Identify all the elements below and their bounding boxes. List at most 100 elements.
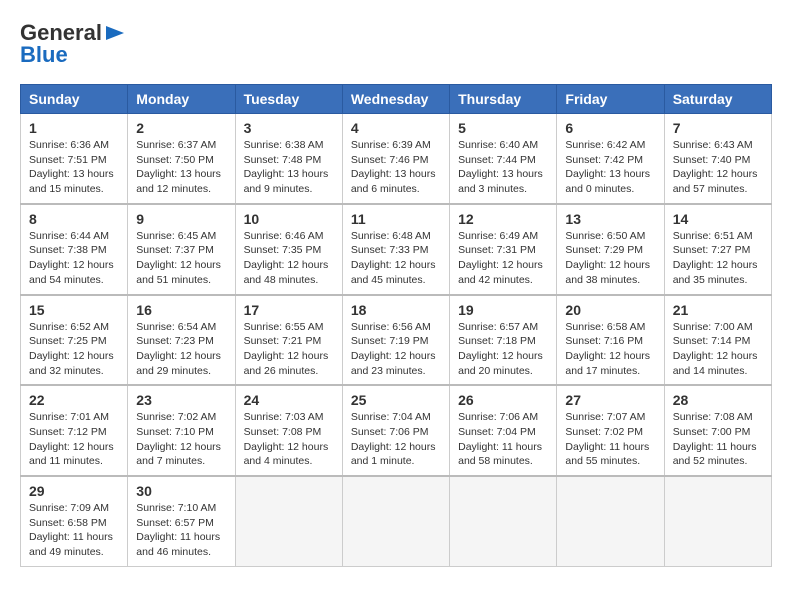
day-info: Sunrise: 6:37 AM Sunset: 7:50 PM Dayligh… xyxy=(136,138,226,197)
day-cell: 17 Sunrise: 6:55 AM Sunset: 7:21 PM Dayli… xyxy=(235,295,342,386)
day-cell xyxy=(557,476,664,566)
day-cell xyxy=(664,476,771,566)
day-cell: 3 Sunrise: 6:38 AM Sunset: 7:48 PM Daylig… xyxy=(235,114,342,204)
day-cell: 7 Sunrise: 6:43 AM Sunset: 7:40 PM Daylig… xyxy=(664,114,771,204)
column-header-friday: Friday xyxy=(557,85,664,114)
day-cell xyxy=(450,476,557,566)
column-header-tuesday: Tuesday xyxy=(235,85,342,114)
day-number: 30 xyxy=(136,483,226,499)
day-info: Sunrise: 6:57 AM Sunset: 7:18 PM Dayligh… xyxy=(458,320,548,379)
day-cell: 12Sunrise: 6:49 AM Sunset: 7:31 PM Dayli… xyxy=(450,204,557,295)
day-info: Sunrise: 6:46 AM Sunset: 7:35 PM Dayligh… xyxy=(244,229,334,288)
day-cell: 9 Sunrise: 6:45 AM Sunset: 7:37 PM Daylig… xyxy=(128,204,235,295)
logo-arrow-icon xyxy=(104,22,126,44)
day-info: Sunrise: 6:54 AM Sunset: 7:23 PM Dayligh… xyxy=(136,320,226,379)
day-cell: 13 Sunrise: 6:50 AM Sunset: 7:29 PM Dayli… xyxy=(557,204,664,295)
page-header: General Blue xyxy=(20,20,772,68)
day-number: 5 xyxy=(458,120,548,136)
day-number: 19 xyxy=(458,302,548,318)
week-row-1: 1Sunrise: 6:36 AM Sunset: 7:51 PM Daylig… xyxy=(21,114,772,204)
day-info: Sunrise: 6:39 AM Sunset: 7:46 PM Dayligh… xyxy=(351,138,441,197)
day-cell: 28Sunrise: 7:08 AM Sunset: 7:00 PM Dayli… xyxy=(664,385,771,476)
day-info: Sunrise: 6:51 AM Sunset: 7:27 PM Dayligh… xyxy=(673,229,763,288)
column-header-sunday: Sunday xyxy=(21,85,128,114)
day-number: 26 xyxy=(458,392,548,408)
day-cell xyxy=(342,476,449,566)
day-cell: 14 Sunrise: 6:51 AM Sunset: 7:27 PM Dayli… xyxy=(664,204,771,295)
day-number: 14 xyxy=(673,211,763,227)
day-info: Sunrise: 6:58 AM Sunset: 7:16 PM Dayligh… xyxy=(565,320,655,379)
day-number: 2 xyxy=(136,120,226,136)
day-info: Sunrise: 6:42 AM Sunset: 7:42 PM Dayligh… xyxy=(565,138,655,197)
day-number: 10 xyxy=(244,211,334,227)
day-info: Sunrise: 6:38 AM Sunset: 7:48 PM Dayligh… xyxy=(244,138,334,197)
week-row-2: 8Sunrise: 6:44 AM Sunset: 7:38 PM Daylig… xyxy=(21,204,772,295)
day-info: Sunrise: 6:50 AM Sunset: 7:29 PM Dayligh… xyxy=(565,229,655,288)
logo: General Blue xyxy=(20,20,126,68)
day-cell: 4 Sunrise: 6:39 AM Sunset: 7:46 PM Daylig… xyxy=(342,114,449,204)
day-cell: 23 Sunrise: 7:02 AM Sunset: 7:10 PM Dayli… xyxy=(128,385,235,476)
day-number: 9 xyxy=(136,211,226,227)
day-info: Sunrise: 7:01 AM Sunset: 7:12 PM Dayligh… xyxy=(29,410,119,469)
column-header-saturday: Saturday xyxy=(664,85,771,114)
day-number: 6 xyxy=(565,120,655,136)
day-number: 22 xyxy=(29,392,119,408)
day-info: Sunrise: 6:43 AM Sunset: 7:40 PM Dayligh… xyxy=(673,138,763,197)
day-number: 21 xyxy=(673,302,763,318)
day-number: 1 xyxy=(29,120,119,136)
day-info: Sunrise: 7:04 AM Sunset: 7:06 PM Dayligh… xyxy=(351,410,441,469)
day-cell: 19 Sunrise: 6:57 AM Sunset: 7:18 PM Dayli… xyxy=(450,295,557,386)
day-cell: 30 Sunrise: 7:10 AM Sunset: 6:57 PM Dayli… xyxy=(128,476,235,566)
column-header-thursday: Thursday xyxy=(450,85,557,114)
week-row-3: 15 Sunrise: 6:52 AM Sunset: 7:25 PM Dayli… xyxy=(21,295,772,386)
day-cell: 6 Sunrise: 6:42 AM Sunset: 7:42 PM Daylig… xyxy=(557,114,664,204)
day-info: Sunrise: 7:03 AM Sunset: 7:08 PM Dayligh… xyxy=(244,410,334,469)
day-cell: 18Sunrise: 6:56 AM Sunset: 7:19 PM Dayli… xyxy=(342,295,449,386)
day-info: Sunrise: 6:55 AM Sunset: 7:21 PM Dayligh… xyxy=(244,320,334,379)
day-info: Sunrise: 6:44 AM Sunset: 7:38 PM Dayligh… xyxy=(29,229,119,288)
day-number: 15 xyxy=(29,302,119,318)
day-number: 7 xyxy=(673,120,763,136)
day-cell: 24 Sunrise: 7:03 AM Sunset: 7:08 PM Dayli… xyxy=(235,385,342,476)
day-info: Sunrise: 6:48 AM Sunset: 7:33 PM Dayligh… xyxy=(351,229,441,288)
column-header-wednesday: Wednesday xyxy=(342,85,449,114)
day-number: 16 xyxy=(136,302,226,318)
day-cell: 10 Sunrise: 6:46 AM Sunset: 7:35 PM Dayli… xyxy=(235,204,342,295)
day-info: Sunrise: 7:02 AM Sunset: 7:10 PM Dayligh… xyxy=(136,410,226,469)
day-number: 4 xyxy=(351,120,441,136)
day-cell: 15 Sunrise: 6:52 AM Sunset: 7:25 PM Dayli… xyxy=(21,295,128,386)
logo-text-block: General Blue xyxy=(20,20,126,68)
day-info: Sunrise: 6:40 AM Sunset: 7:44 PM Dayligh… xyxy=(458,138,548,197)
day-info: Sunrise: 7:06 AM Sunset: 7:04 PM Dayligh… xyxy=(458,410,548,469)
calendar-header: SundayMondayTuesdayWednesdayThursdayFrid… xyxy=(21,85,772,114)
day-number: 23 xyxy=(136,392,226,408)
day-cell: 25 Sunrise: 7:04 AM Sunset: 7:06 PM Dayli… xyxy=(342,385,449,476)
day-number: 20 xyxy=(565,302,655,318)
day-number: 27 xyxy=(565,392,655,408)
day-number: 3 xyxy=(244,120,334,136)
day-info: Sunrise: 6:52 AM Sunset: 7:25 PM Dayligh… xyxy=(29,320,119,379)
column-header-monday: Monday xyxy=(128,85,235,114)
day-info: Sunrise: 6:49 AM Sunset: 7:31 PM Dayligh… xyxy=(458,229,548,288)
logo-blue-label: Blue xyxy=(20,42,68,68)
day-info: Sunrise: 7:07 AM Sunset: 7:02 PM Dayligh… xyxy=(565,410,655,469)
day-cell: 27 Sunrise: 7:07 AM Sunset: 7:02 PM Dayli… xyxy=(557,385,664,476)
day-cell: 8Sunrise: 6:44 AM Sunset: 7:38 PM Daylig… xyxy=(21,204,128,295)
calendar-table: SundayMondayTuesdayWednesdayThursdayFrid… xyxy=(20,84,772,567)
day-number: 25 xyxy=(351,392,441,408)
day-cell: 20 Sunrise: 6:58 AM Sunset: 7:16 PM Dayli… xyxy=(557,295,664,386)
day-info: Sunrise: 6:56 AM Sunset: 7:19 PM Dayligh… xyxy=(351,320,441,379)
day-cell: 1Sunrise: 6:36 AM Sunset: 7:51 PM Daylig… xyxy=(21,114,128,204)
day-cell: 16 Sunrise: 6:54 AM Sunset: 7:23 PM Dayli… xyxy=(128,295,235,386)
day-info: Sunrise: 7:09 AM Sunset: 6:58 PM Dayligh… xyxy=(29,501,119,560)
day-info: Sunrise: 7:10 AM Sunset: 6:57 PM Dayligh… xyxy=(136,501,226,560)
day-number: 28 xyxy=(673,392,763,408)
day-number: 24 xyxy=(244,392,334,408)
day-info: Sunrise: 6:45 AM Sunset: 7:37 PM Dayligh… xyxy=(136,229,226,288)
day-cell: 22 Sunrise: 7:01 AM Sunset: 7:12 PM Dayli… xyxy=(21,385,128,476)
day-info: Sunrise: 7:00 AM Sunset: 7:14 PM Dayligh… xyxy=(673,320,763,379)
day-number: 17 xyxy=(244,302,334,318)
week-row-4: 22 Sunrise: 7:01 AM Sunset: 7:12 PM Dayli… xyxy=(21,385,772,476)
day-cell: 26 Sunrise: 7:06 AM Sunset: 7:04 PM Dayli… xyxy=(450,385,557,476)
day-number: 13 xyxy=(565,211,655,227)
